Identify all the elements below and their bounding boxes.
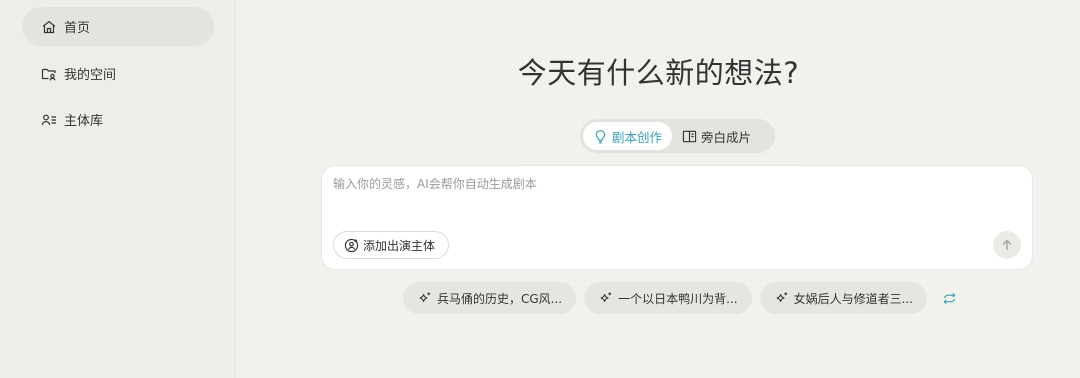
refresh-suggestions-button[interactable] (937, 286, 961, 310)
home-icon (40, 18, 58, 36)
suggestion-chip[interactable]: 一个以日本鸭川为背... (584, 282, 752, 314)
suggestion-chip[interactable]: 兵马俑的历史，CG风... (403, 282, 577, 314)
sidebar-item-home[interactable]: 首页 (22, 7, 214, 46)
add-user-icon (344, 238, 359, 252)
send-button[interactable] (993, 231, 1021, 259)
suggestion-chip[interactable]: 女娲后人与修道者三... (759, 282, 928, 314)
sidebar-item-label: 首页 (64, 21, 91, 36)
mode-tabs: 剧本创作 旁白成片 (580, 119, 775, 153)
book-icon (682, 130, 697, 142)
add-subject-button[interactable]: 添加出演主体 (333, 231, 449, 259)
page-title: 今天有什么新的想法? (517, 56, 800, 90)
sparkle-icon (776, 291, 787, 302)
tab-label: 旁白成片 (701, 129, 752, 145)
sidebar-item-label: 主体库 (64, 114, 104, 129)
suggestion-label: 女娲后人与修道者三... (793, 291, 914, 306)
sidebar-item-my-space[interactable]: 我的空间 (22, 54, 214, 93)
refresh-icon (943, 292, 955, 304)
main-area: 今天有什么新的想法? 剧本创作 旁白成片 添加出演主体 兵马俑的历史，CG风..… (237, 0, 1080, 378)
suggestion-label: 兵马俑的历史，CG风... (437, 291, 563, 306)
user-list-icon (40, 111, 58, 129)
suggestion-label: 一个以日本鸭川为背... (618, 291, 738, 306)
folder-user-icon (40, 65, 58, 83)
add-subject-label: 添加出演主体 (363, 238, 436, 253)
tab-script-creation[interactable]: 剧本创作 (583, 122, 673, 150)
tab-label: 剧本创作 (612, 129, 663, 145)
lightbulb-icon (595, 129, 606, 144)
sidebar-item-subject-library[interactable]: 主体库 (22, 100, 214, 139)
suggestion-list: 兵马俑的历史，CG风... 一个以日本鸭川为背... 女娲后人与修道者三... (403, 282, 961, 314)
sidebar: 首页 我的空间 主体库 (0, 0, 236, 378)
arrow-up-icon (1002, 239, 1012, 250)
sidebar-item-label: 我的空间 (64, 68, 117, 83)
tab-narration-video[interactable]: 旁白成片 (672, 122, 761, 150)
prompt-card: 添加出演主体 (321, 165, 1033, 270)
prompt-input[interactable] (333, 177, 1013, 191)
sparkle-icon (600, 291, 612, 302)
sparkle-icon (419, 291, 431, 302)
